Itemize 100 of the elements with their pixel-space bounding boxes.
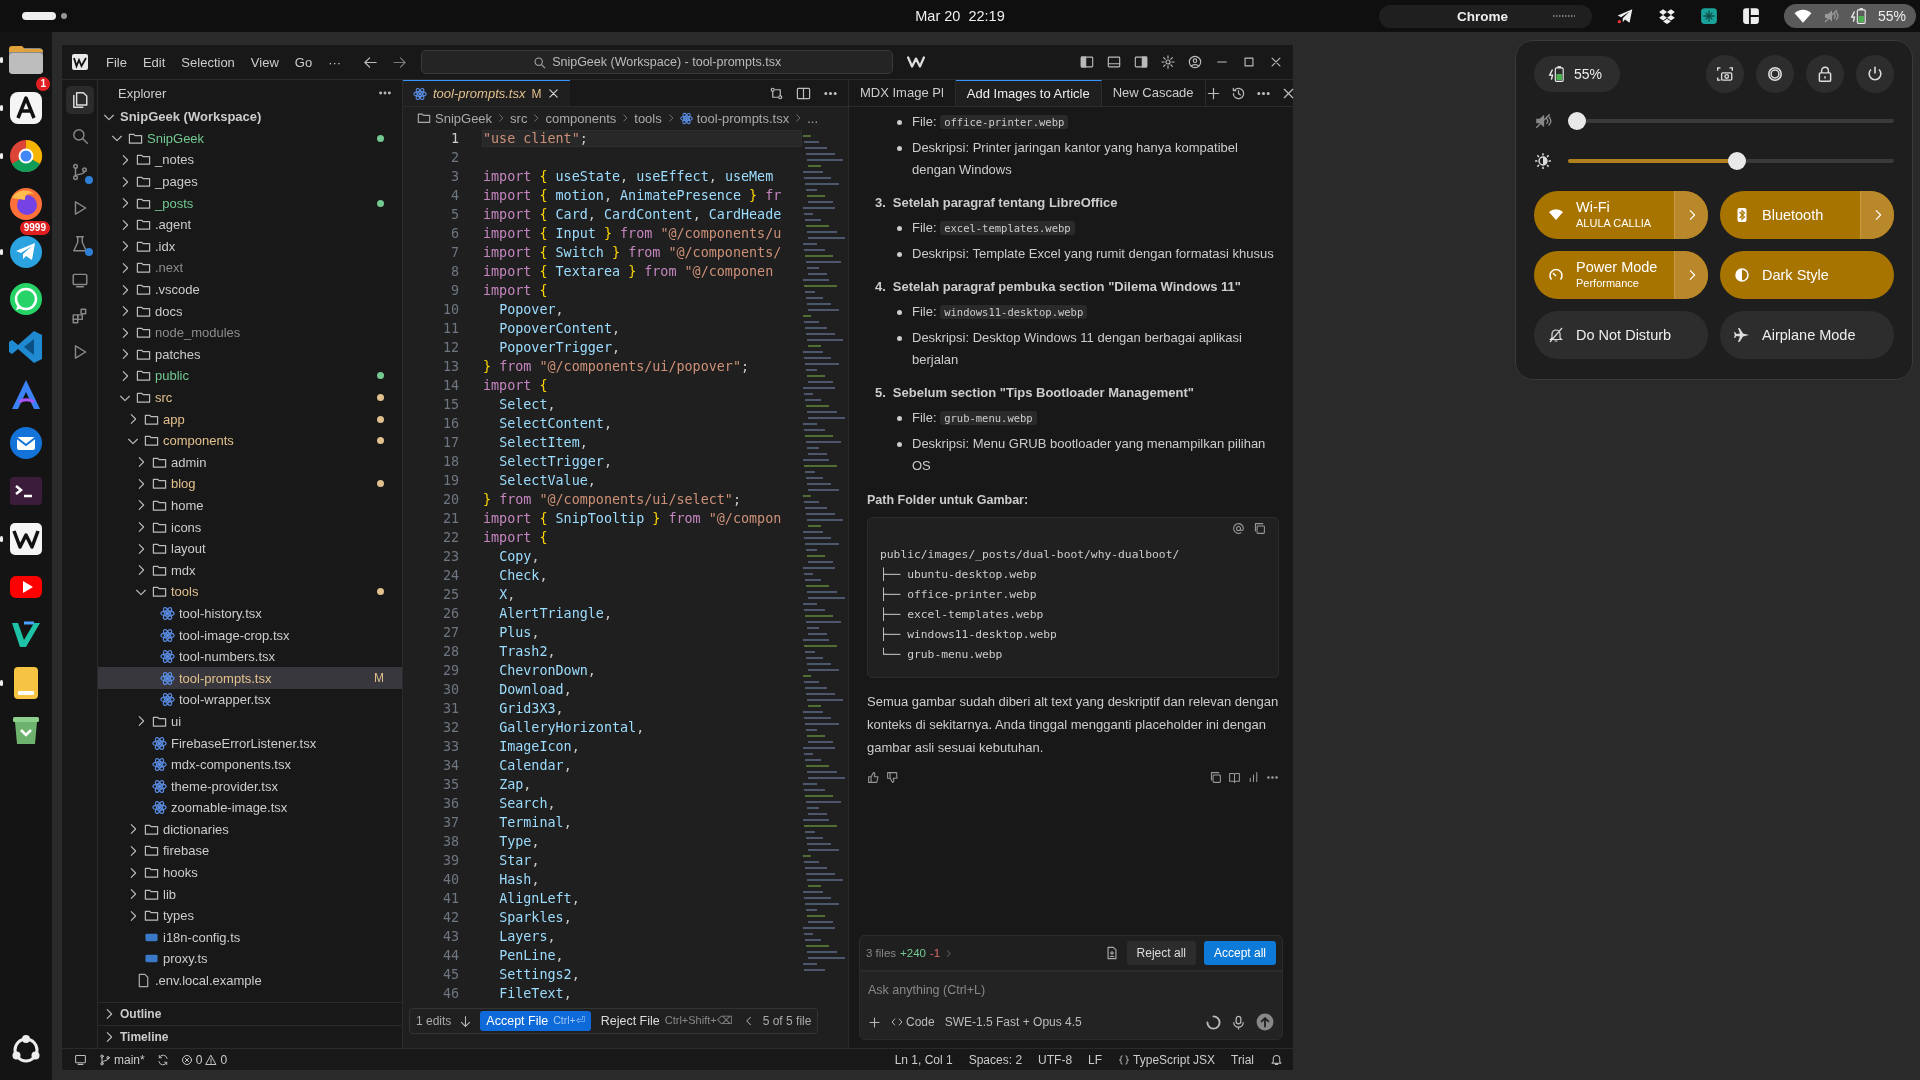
file-tree-item[interactable]: proxy.ts <box>98 948 402 970</box>
panel-toggle-icon[interactable] <box>1107 55 1121 69</box>
file-tree-item[interactable]: app <box>98 408 402 430</box>
chat-tab[interactable]: MDX Image Pl <box>849 80 956 106</box>
file-tree-item[interactable]: types <box>98 904 402 927</box>
lock-button[interactable] <box>1806 55 1844 93</box>
file-tree-item[interactable]: src <box>98 386 402 409</box>
bar-chart-icon[interactable] <box>1247 771 1260 784</box>
flask-icon[interactable] <box>70 235 89 253</box>
file-tree-item[interactable]: .next <box>98 257 402 279</box>
reject-file-button[interactable]: Reject File Ctrl+Shift+⌫ <box>598 1011 735 1031</box>
file-tree-item[interactable]: _pages <box>98 170 402 193</box>
chat-tab[interactable]: Add Images to Article <box>955 80 1102 106</box>
brightness-icon[interactable] <box>1534 152 1552 170</box>
menu-item[interactable]: Edit <box>134 54 174 70</box>
model-selector[interactable]: SWE-1.5 Fast + Opus 4.5 <box>944 1015 1082 1029</box>
file-tree-item[interactable]: .vscode <box>98 278 402 301</box>
paper-plane-icon[interactable] <box>1615 7 1634 25</box>
expand-menu-button[interactable] <box>1674 251 1708 299</box>
menu-item[interactable]: Selection <box>173 54 243 70</box>
status-item[interactable]: UTF-8 <box>1038 1052 1073 1067</box>
file-tree-item[interactable]: home <box>98 494 402 517</box>
clock[interactable]: Mar 20 22:19 <box>915 8 1005 24</box>
toggle-button[interactable]: Dark Style <box>1720 251 1894 299</box>
remote-icon[interactable] <box>74 1053 87 1066</box>
file-tree-item[interactable]: theme-provider.tsx <box>98 775 402 797</box>
status-item[interactable]: Ln 1, Col 1 <box>894 1052 953 1067</box>
remote-explorer-icon[interactable] <box>70 271 89 289</box>
muted-speaker-icon[interactable] <box>1534 112 1552 130</box>
notifications-icon[interactable] <box>1270 1053 1283 1066</box>
chat-tab[interactable]: New Cascade <box>1101 80 1206 106</box>
accept-file-button[interactable]: Accept File Ctrl+⏎ <box>480 1011 591 1031</box>
file-tree-item[interactable]: node_modules <box>98 321 402 344</box>
mention-icon[interactable] <box>1232 522 1245 535</box>
problems-indicator[interactable]: 0 0 <box>180 1052 228 1067</box>
send-icon[interactable] <box>1256 1013 1274 1031</box>
accept-all-button[interactable]: Accept all <box>1203 941 1276 965</box>
file-tree-item[interactable]: .env.local.example <box>98 969 402 992</box>
source-control-icon[interactable] <box>70 163 89 181</box>
editor-tab[interactable]: tool-prompts.tsx M <box>403 80 571 106</box>
file-tree-item[interactable]: layout <box>98 537 402 560</box>
menu-item[interactable]: Go <box>286 54 321 70</box>
thumbs-down-icon[interactable] <box>886 771 899 784</box>
forward-arrow-icon[interactable] <box>392 54 408 70</box>
file-tree-item[interactable]: hooks <box>98 861 402 884</box>
reject-all-button[interactable]: Reject all <box>1126 941 1196 965</box>
file-tree-item[interactable]: tool-image-crop.tsx <box>98 624 402 646</box>
file-tree-item[interactable]: admin <box>98 451 402 474</box>
explorer-icon[interactable] <box>70 91 89 109</box>
new-chat-icon[interactable] <box>1205 85 1221 101</box>
chat-input-box[interactable]: Ask anything (Ctrl+L) Code SWE-1.5 Fast + Opus 4.5 <box>859 971 1283 1040</box>
add-context-icon[interactable] <box>868 1015 881 1029</box>
file-tree-item[interactable]: tool-prompts.tsx M <box>98 667 402 690</box>
down-arrow-icon[interactable] <box>459 1014 473 1028</box>
file-tree-item[interactable]: tools <box>98 581 402 603</box>
changed-files-link[interactable]: 3 files +240 -1 <box>866 947 954 959</box>
file-tree-item[interactable]: _notes <box>98 149 402 171</box>
battery-button[interactable]: 55% <box>1534 56 1621 92</box>
file-tree-item[interactable]: firebase <box>98 840 402 862</box>
search-icon[interactable] <box>70 127 89 145</box>
screenshot-button[interactable] <box>1706 55 1744 93</box>
back-arrow-icon[interactable] <box>363 54 379 70</box>
branch-indicator[interactable]: main* <box>99 1052 145 1067</box>
maximize-icon[interactable] <box>1242 55 1256 69</box>
file-tree-item[interactable]: ui <box>98 710 402 733</box>
file-tree-item[interactable]: tool-wrapper.tsx <box>98 689 402 711</box>
layout-icon[interactable] <box>1741 7 1760 25</box>
primary-sidebar-toggle-icon[interactable] <box>1080 55 1094 69</box>
file-tree-item[interactable]: .agent <box>98 213 402 236</box>
file-tree-item[interactable]: zoomable-image.tsx <box>98 797 402 819</box>
account-icon[interactable] <box>1188 55 1202 69</box>
status-item[interactable]: LF <box>1088 1052 1103 1067</box>
file-tree-item[interactable]: tool-history.tsx <box>98 602 402 625</box>
mode-selector[interactable]: Code <box>891 1015 935 1029</box>
file-tree-item[interactable]: tool-numbers.tsx <box>98 645 402 668</box>
file-tree-item[interactable]: blog <box>98 473 402 495</box>
breadcrumb-item[interactable]: tool-prompts.tsx <box>696 110 790 126</box>
menu-item[interactable]: ··· <box>320 54 350 70</box>
status-item[interactable]: Spaces: 2 <box>968 1052 1023 1067</box>
section-header[interactable]: Outline <box>98 1002 402 1025</box>
breadcrumb-item[interactable]: src <box>510 110 528 126</box>
thumbs-up-icon[interactable] <box>867 771 880 784</box>
file-tree-item[interactable]: SnipGeek <box>98 127 402 150</box>
wave-logo-icon[interactable] <box>907 53 926 71</box>
file-tree-item[interactable]: .idx <box>98 235 402 258</box>
breadcrumb-item[interactable]: SnipGeek <box>435 110 493 126</box>
file-tree-item[interactable]: docs <box>98 300 402 322</box>
toggle-button[interactable]: Do Not Disturb <box>1534 311 1708 359</box>
expand-menu-button[interactable] <box>1860 191 1894 239</box>
breadcrumb-item[interactable]: components <box>545 110 617 126</box>
compare-changes-icon[interactable] <box>769 85 784 101</box>
boxes-icon[interactable] <box>1657 7 1676 25</box>
file-tree-item[interactable]: public <box>98 365 402 387</box>
secondary-sidebar-toggle-icon[interactable] <box>1134 55 1148 69</box>
history-icon[interactable] <box>1230 85 1246 101</box>
file-tree-item[interactable]: mdx <box>98 559 402 582</box>
system-menu[interactable]: 55% <box>1783 4 1916 28</box>
toggle-button[interactable]: Airplane Mode <box>1720 311 1894 359</box>
file-tree-item[interactable]: patches <box>98 343 402 366</box>
sync-icon[interactable] <box>156 1053 169 1066</box>
